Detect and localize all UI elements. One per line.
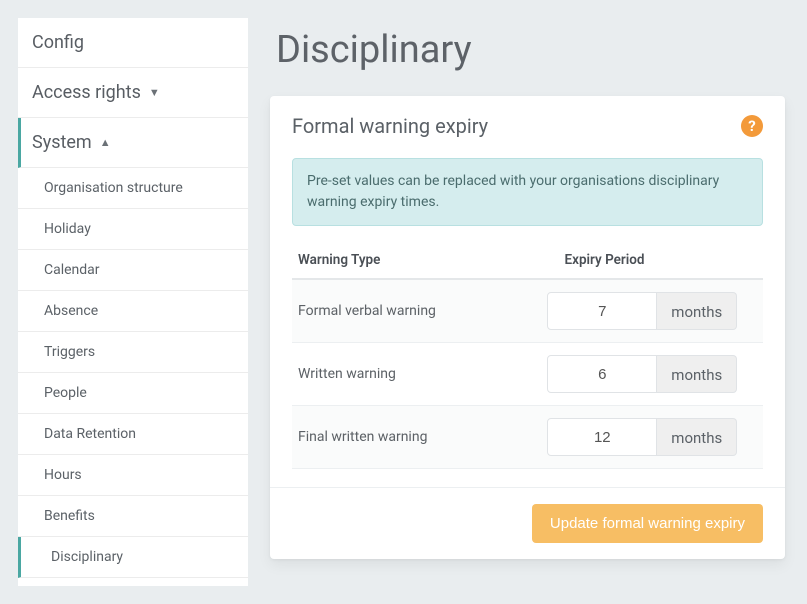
sidebar-item-triggers[interactable]: Triggers xyxy=(18,332,248,373)
sidebar-item-hours[interactable]: Hours xyxy=(18,455,248,496)
caret-up-icon: ▲ xyxy=(100,136,111,149)
sidebar-item-benefits[interactable]: Benefits xyxy=(18,496,248,537)
warning-expiry-card: Formal warning expiry ? Pre-set values c… xyxy=(270,96,785,559)
nav-system-label: System xyxy=(32,132,92,153)
info-box: Pre-set values can be replaced with your… xyxy=(292,158,763,226)
update-warning-expiry-button[interactable]: Update formal warning expiry xyxy=(532,504,763,543)
unit-label: months xyxy=(657,418,737,456)
card-title: Formal warning expiry xyxy=(292,114,488,138)
nav-config-label: Config xyxy=(32,32,84,53)
row-period-0: months xyxy=(528,292,758,330)
row-period-2: months xyxy=(528,418,758,456)
nav-config[interactable]: Config xyxy=(18,18,248,68)
caret-down-icon: ▼ xyxy=(149,86,160,99)
expiry-input-final-written[interactable] xyxy=(547,418,657,456)
nav-access-rights[interactable]: Access rights ▼ xyxy=(18,68,248,118)
sidebar-item-holiday[interactable]: Holiday xyxy=(18,209,248,250)
nav-system[interactable]: System ▲ xyxy=(18,118,248,168)
main-content: Disciplinary Formal warning expiry ? Pre… xyxy=(248,0,807,604)
expiry-input-formal-verbal[interactable] xyxy=(547,292,657,330)
row-type-1: Written warning xyxy=(298,366,528,382)
sidebar-item-data-retention[interactable]: Data Retention xyxy=(18,414,248,455)
sidebar: Config Access rights ▼ System ▲ Organisa… xyxy=(18,18,248,586)
card-footer: Update formal warning expiry xyxy=(270,487,785,559)
unit-label: months xyxy=(657,292,737,330)
sidebar-item-people[interactable]: People xyxy=(18,373,248,414)
row-type-2: Final written warning xyxy=(298,429,528,445)
page-title: Disciplinary xyxy=(276,28,785,72)
row-type-0: Formal verbal warning xyxy=(298,303,528,319)
expiry-input-written[interactable] xyxy=(547,355,657,393)
card-header: Formal warning expiry ? xyxy=(270,96,785,152)
sidebar-item-calendar[interactable]: Calendar xyxy=(18,250,248,291)
col-expiry-period: Expiry Period xyxy=(491,252,758,268)
sidebar-item-disciplinary[interactable]: Disciplinary xyxy=(18,537,248,578)
col-warning-type: Warning Type xyxy=(298,252,491,268)
table-row: Final written warning months xyxy=(292,406,763,469)
table-row: Formal verbal warning months xyxy=(292,280,763,343)
sidebar-item-organisation-structure[interactable]: Organisation structure xyxy=(18,168,248,209)
nav-access-label: Access rights xyxy=(32,82,141,103)
sidebar-item-absence[interactable]: Absence xyxy=(18,291,248,332)
help-icon[interactable]: ? xyxy=(741,115,763,137)
expiry-table: Warning Type Expiry Period Formal verbal… xyxy=(270,240,785,487)
table-header: Warning Type Expiry Period xyxy=(292,240,763,280)
table-row: Written warning months xyxy=(292,343,763,406)
unit-label: months xyxy=(657,355,737,393)
row-period-1: months xyxy=(528,355,758,393)
